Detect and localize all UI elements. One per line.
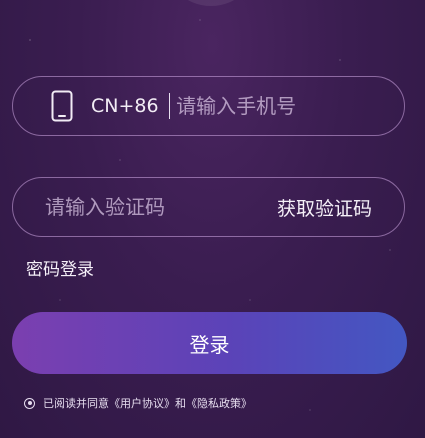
- country-code-selector[interactable]: CN+86: [91, 95, 159, 117]
- login-button[interactable]: 登录: [12, 312, 407, 374]
- user-agreement-link[interactable]: 《用户协议》: [109, 395, 175, 411]
- agreement-radio[interactable]: [24, 397, 35, 409]
- smartphone-icon: [51, 90, 73, 122]
- field-divider: [168, 93, 171, 119]
- avatar: [163, 0, 259, 6]
- phone-field: CN+86: [12, 76, 405, 136]
- radio-checked-dot: [27, 401, 32, 405]
- phone-input[interactable]: [176, 94, 384, 118]
- privacy-policy-link[interactable]: 《隐私政策》: [186, 395, 252, 411]
- verification-code-field: 获取验证码: [12, 177, 405, 237]
- password-login-link[interactable]: 密码登录: [26, 255, 94, 280]
- agreement-row: 已阅读并同意 《用户协议》 和 《隐私政策》: [24, 395, 252, 411]
- get-code-button[interactable]: 获取验证码: [277, 194, 372, 221]
- agreement-prefix: 已阅读并同意: [43, 397, 109, 410]
- agreement-and: 和: [175, 397, 186, 410]
- verification-code-input[interactable]: [45, 195, 257, 219]
